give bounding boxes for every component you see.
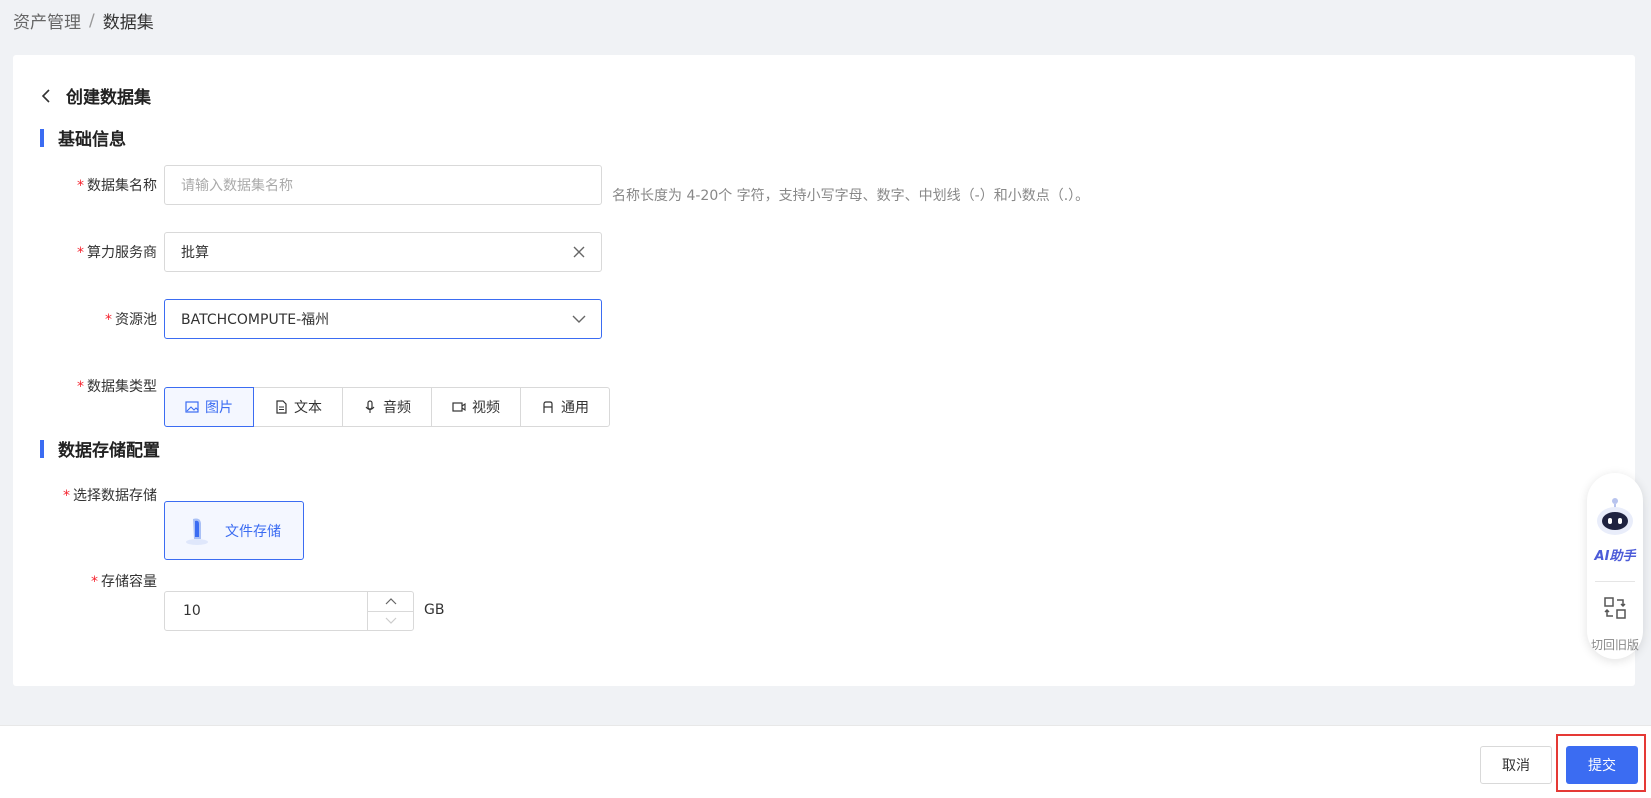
floating-assistant-panel: AI助手 切回旧版	[1587, 473, 1643, 659]
file-storage-option[interactable]: 文件存储	[164, 501, 304, 560]
type-option-label: 文本	[294, 400, 322, 416]
page-header: 创建数据集	[40, 83, 151, 108]
dataset-name-label-text: 数据集名称	[87, 178, 157, 194]
clear-icon[interactable]	[571, 244, 587, 260]
ai-robot-icon[interactable]	[1593, 495, 1637, 539]
section-bar	[40, 439, 44, 458]
storage-select-label-text: 选择数据存储	[73, 488, 157, 504]
section-storage-config: 数据存储配置	[40, 436, 160, 461]
form-footer: 取消 提交	[0, 725, 1651, 798]
provider-select[interactable]: 批算	[164, 232, 602, 272]
capacity-value[interactable]: 10	[165, 592, 367, 630]
chevron-down-icon[interactable]	[571, 311, 587, 327]
required-mark: *	[77, 245, 84, 261]
breadcrumb-separator: /	[89, 10, 95, 31]
type-option-image[interactable]: 图片	[164, 387, 254, 427]
back-icon[interactable]	[40, 88, 54, 103]
type-option-audio[interactable]: 音频	[342, 387, 432, 427]
chevron-up-icon	[385, 598, 396, 605]
type-option-label: 通用	[561, 400, 589, 416]
type-option-text[interactable]: 文本	[253, 387, 343, 427]
section-basic-info: 基础信息	[40, 125, 126, 150]
stepper-controls	[367, 592, 413, 630]
provider-label: * 算力服务商	[27, 242, 157, 262]
dataset-name-hint: 名称长度为 4-20个 字符，支持小写字母、数字、中划线（-）和小数点（.）。	[612, 188, 1090, 204]
capacity-label: * 存储容量	[27, 571, 157, 591]
pool-label-text: 资源池	[115, 312, 157, 328]
dataset-name-placeholder: 请输入数据集名称	[181, 178, 293, 194]
dataset-type-segmented: 图片 文本 音频 视频 通用	[164, 387, 610, 427]
required-mark: *	[77, 379, 84, 395]
type-option-label: 音频	[383, 400, 411, 416]
form-card: 创建数据集 基础信息 * 数据集名称 请输入数据集名称 名称长度为 4-20个 字…	[13, 55, 1635, 686]
section-storage-title: 数据存储配置	[58, 441, 160, 461]
provider-value: 批算	[181, 245, 209, 261]
required-mark: *	[77, 178, 84, 194]
breadcrumb: 资产管理 / 数据集	[13, 8, 154, 34]
capacity-unit: GB	[424, 602, 445, 618]
dataset-name-label: * 数据集名称	[27, 175, 157, 195]
section-bar	[40, 128, 44, 147]
capacity-label-text: 存储容量	[101, 574, 157, 590]
general-icon	[543, 401, 553, 413]
pool-label: * 资源池	[27, 309, 157, 329]
type-option-video[interactable]: 视频	[431, 387, 521, 427]
pool-select[interactable]: BATCHCOMPUTE-福州	[164, 299, 602, 339]
decrement-button[interactable]	[368, 610, 413, 631]
increment-button[interactable]	[368, 592, 413, 611]
ai-assistant-label[interactable]: AI助手	[1587, 545, 1643, 564]
submit-button[interactable]: 提交	[1566, 746, 1638, 784]
switch-old-version-label[interactable]: 切回旧版	[1587, 636, 1643, 653]
breadcrumb-current: 数据集	[102, 13, 154, 33]
storage-select-label: * 选择数据存储	[27, 485, 157, 505]
capacity-stepper[interactable]: 10	[164, 591, 414, 631]
document-icon	[276, 400, 287, 414]
type-option-general[interactable]: 通用	[520, 387, 610, 427]
type-label: * 数据集类型	[27, 376, 157, 396]
file-storage-icon	[186, 518, 208, 545]
chevron-down-icon	[385, 617, 396, 624]
cancel-button[interactable]: 取消	[1480, 746, 1552, 784]
file-storage-label: 文件存储	[225, 523, 281, 540]
switch-version-icon[interactable]	[1603, 596, 1627, 620]
dataset-name-input[interactable]: 请输入数据集名称	[164, 165, 602, 205]
type-option-label: 图片	[205, 400, 233, 416]
microphone-icon	[365, 400, 375, 413]
required-mark: *	[105, 312, 112, 328]
breadcrumb-parent[interactable]: 资产管理	[13, 8, 81, 33]
type-label-text: 数据集类型	[87, 379, 157, 395]
required-mark: *	[63, 488, 70, 504]
page-title: 创建数据集	[66, 88, 151, 108]
type-option-label: 视频	[472, 400, 500, 416]
section-basic-title: 基础信息	[58, 130, 126, 150]
pool-value: BATCHCOMPUTE-福州	[181, 312, 330, 328]
required-mark: *	[91, 574, 98, 590]
provider-label-text: 算力服务商	[87, 245, 157, 261]
panel-divider	[1595, 581, 1635, 582]
image-icon	[185, 401, 199, 413]
video-icon	[452, 402, 466, 412]
